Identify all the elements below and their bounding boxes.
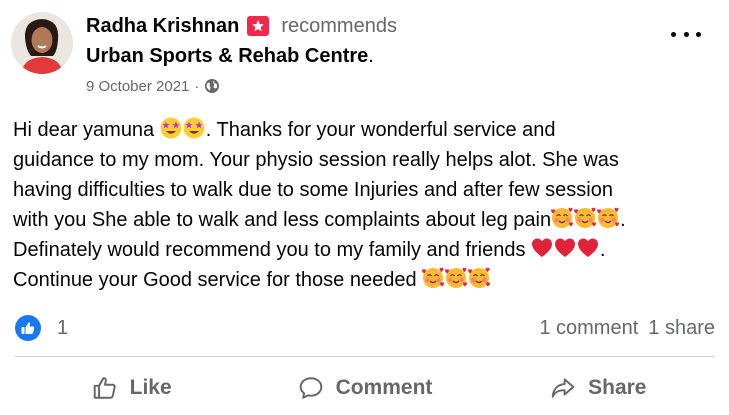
post-line-3: having difficulties to walk due to some … — [13, 179, 613, 201]
star-badge-icon — [247, 16, 270, 36]
smiling-face-with-hearts-emoji — [422, 267, 445, 289]
red-heart-emoji — [578, 238, 599, 257]
text-segment: Hi dear yamuna — [13, 119, 160, 141]
post-line-6: Continue your Good service for those nee… — [13, 265, 718, 295]
post-stats: 1 1 comment 1 share — [15, 313, 715, 343]
share-button-label: Share — [588, 376, 647, 399]
text-segment: Continue your Good service for those nee… — [13, 269, 423, 291]
meta-separator: · — [194, 77, 200, 95]
post-line-2: guidance to my mom. Your physio session … — [13, 149, 619, 171]
page-name-link[interactable]: Urban Sports & Rehab Centre — [86, 45, 368, 67]
star-struck-emoji — [160, 117, 182, 139]
comment-bubble-icon — [299, 377, 322, 399]
post-line-1: Hi dear yamuna . Thanks for your wonderf… — [13, 115, 718, 145]
post-header: Radha Krishnan recommends Urban Sports &… — [86, 12, 646, 96]
red-heart-emoji — [532, 238, 553, 257]
share-arrow-icon — [551, 378, 575, 398]
smiling-face-with-hearts-emoji — [445, 267, 468, 289]
like-button[interactable]: Like — [15, 364, 248, 412]
author-avatar[interactable] — [11, 12, 73, 74]
author-name[interactable]: Radha Krishnan — [86, 15, 239, 38]
star-struck-emoji — [183, 117, 205, 139]
smiling-face-with-hearts-emoji — [468, 267, 491, 289]
smiling-face-with-hearts-emoji — [551, 207, 574, 229]
share-count[interactable]: 1 share — [648, 317, 715, 340]
like-button-label: Like — [129, 376, 172, 399]
comment-count[interactable]: 1 comment — [539, 317, 638, 340]
like-count[interactable]: 1 — [57, 317, 68, 340]
post-date[interactable]: 9 October 2021 — [86, 78, 189, 95]
text-segment: . Thanks for your wonderful service and — [205, 119, 556, 141]
post-body: Hi dear yamuna . Thanks for your wonderf… — [13, 115, 718, 295]
post-line-4: with you She able to walk and less compl… — [13, 205, 718, 235]
smiling-face-with-hearts-emoji — [574, 207, 597, 229]
comment-button-label: Comment — [335, 376, 433, 399]
thumbs-up-icon — [93, 377, 116, 399]
post-line-5: Definately would recommend you to my fam… — [13, 235, 718, 265]
recommends-label: recommends — [281, 14, 397, 37]
text-segment: Definately would recommend you to my fam… — [13, 239, 532, 261]
text-segment: . — [620, 209, 626, 231]
smiling-face-with-hearts-emoji — [597, 207, 620, 229]
text-segment: . — [600, 239, 606, 261]
red-heart-emoji — [555, 238, 576, 257]
action-bar: Like Comment Share — [15, 364, 715, 412]
globe-icon[interactable] — [204, 78, 220, 94]
share-button[interactable]: Share — [482, 364, 715, 412]
like-reaction-icon[interactable] — [15, 315, 41, 341]
divider — [15, 356, 715, 357]
text-segment: with you She able to walk and less compl… — [13, 209, 552, 231]
page-name-suffix: . — [368, 45, 374, 67]
comment-button[interactable]: Comment — [248, 364, 481, 412]
more-options-icon[interactable] — [671, 24, 701, 44]
